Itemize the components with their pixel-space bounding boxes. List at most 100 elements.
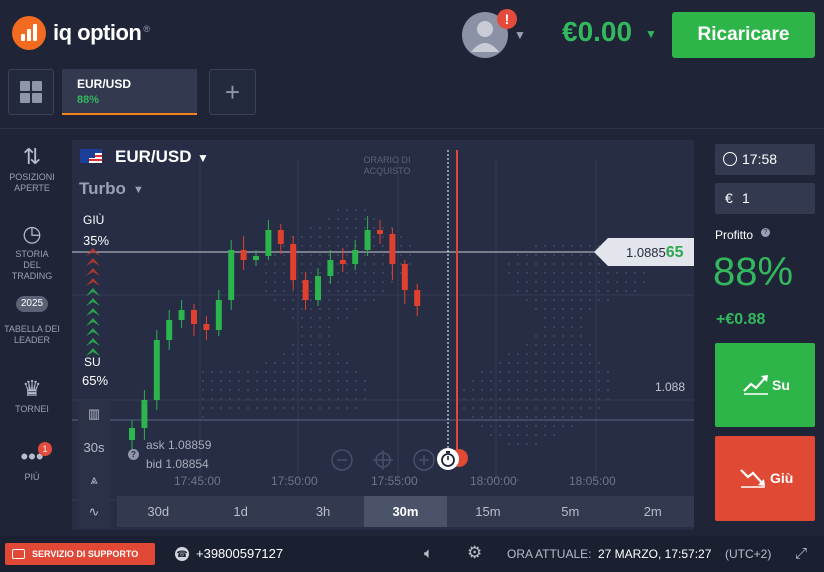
sentiment-chevron xyxy=(86,308,100,316)
sentiment-chevron xyxy=(86,318,100,326)
sidebar-item-more[interactable]: ••• 1 PIÙ xyxy=(0,442,64,483)
logo[interactable]: iq option ® xyxy=(12,16,150,50)
candle xyxy=(191,310,197,324)
add-tab-button[interactable]: + xyxy=(209,69,256,115)
profit-percentage: 88% xyxy=(713,250,794,294)
candle xyxy=(240,250,247,260)
sidebar-item-label: TABELLA DEI LEADER xyxy=(4,324,60,345)
phone-icon: ☎ xyxy=(175,547,189,561)
logo-mark-icon xyxy=(12,16,46,50)
candle xyxy=(339,260,346,264)
candle xyxy=(265,230,272,256)
sidebar-item-trading-history[interactable]: ◷ STORIA DEL TRADING xyxy=(0,219,64,282)
sentiment-down-pct: 35% xyxy=(83,233,110,248)
fullscreen-icon[interactable]: ⤢ xyxy=(795,545,807,562)
timeframe-2m[interactable]: 2m xyxy=(612,496,694,527)
sentiment-chevron xyxy=(86,278,100,286)
profit-label: Profitto xyxy=(715,228,754,242)
sidebar-item-tournaments[interactable]: ♛ TORNEI xyxy=(0,374,64,415)
ask-price: ask 1.08859 xyxy=(146,438,212,452)
current-price-tag: 1.088565 xyxy=(594,238,694,266)
recharge-button[interactable]: Ricaricare xyxy=(672,12,815,58)
timeframe-30m[interactable]: 30m xyxy=(364,496,447,527)
support-button[interactable]: SERVIZIO DI SUPPORTO xyxy=(5,543,155,565)
sentiment-down-label: GIÙ xyxy=(83,213,105,227)
asset-grid-button[interactable] xyxy=(8,69,54,115)
expiry-time-value: 17:58 xyxy=(742,151,778,167)
balance-chevron-down-icon[interactable]: ▼ xyxy=(645,27,657,41)
candle xyxy=(228,250,235,300)
more-badge: 1 xyxy=(38,442,52,456)
tab-payout: 88% xyxy=(77,94,100,106)
support-phone[interactable]: +39800597127 xyxy=(196,546,283,561)
candle xyxy=(364,230,371,250)
current-time-label: ORA ATTUALE: xyxy=(507,547,592,561)
trophy-icon: ♛ xyxy=(22,376,42,401)
currency-symbol: € xyxy=(725,190,733,206)
candle xyxy=(315,276,321,300)
chat-icon xyxy=(12,549,25,559)
mode-chevron-down-icon[interactable]: ▼ xyxy=(133,184,144,196)
timeframe-5m[interactable]: 5m xyxy=(529,496,611,527)
buy-up-button[interactable]: Su xyxy=(715,343,815,427)
eu-us-flag-icon xyxy=(80,149,102,163)
registered-mark: ® xyxy=(143,24,150,34)
sound-icon[interactable]: 🔈︎ xyxy=(424,545,433,562)
timeframe-3h[interactable]: 3h xyxy=(282,496,364,527)
asset-chevron-down-icon[interactable]: ▼ xyxy=(197,151,209,165)
candle xyxy=(389,234,396,264)
profit-amount: +€0.88 xyxy=(716,311,766,328)
current-price-tail: 65 xyxy=(665,244,684,261)
indicators-icon[interactable]: ∿ xyxy=(78,504,110,520)
expiry-timer-marker[interactable] xyxy=(436,446,470,472)
timeframe-30d[interactable]: 30d xyxy=(117,496,199,527)
timeframe-1d[interactable]: 1d xyxy=(199,496,281,527)
candle xyxy=(377,230,383,234)
clock-icon xyxy=(723,152,737,166)
candle xyxy=(203,324,210,330)
amount-input[interactable]: € 1 xyxy=(715,183,815,214)
candle xyxy=(178,310,185,320)
mode-selector[interactable]: Turbo xyxy=(79,179,126,199)
more-dots-icon: ••• xyxy=(20,444,44,469)
sentiment-chevron xyxy=(86,258,100,266)
chart-zoom-controls[interactable] xyxy=(330,448,440,472)
balance[interactable]: €0.00 xyxy=(562,16,632,48)
sidebar-item-label: STORIA DEL TRADING xyxy=(11,249,53,281)
avatar-alert-badge: ! xyxy=(497,9,517,29)
time-label: 18:00:00 xyxy=(470,474,517,488)
timezone: (UTC+2) xyxy=(725,547,772,561)
candle xyxy=(290,244,297,280)
sentiment-chevron xyxy=(86,338,100,346)
chevron-down-icon[interactable]: ▼ xyxy=(514,28,526,42)
drawing-tools-icon[interactable]: ⩓ xyxy=(78,472,110,488)
asset-selector[interactable]: EUR/USD xyxy=(115,147,192,167)
purchase-time-label: ORARIO DI ACQUISTO xyxy=(363,155,411,176)
tab-eur-usd[interactable]: EUR/USD 88% xyxy=(62,69,197,115)
candle xyxy=(253,256,259,260)
gear-icon[interactable]: ⚙ xyxy=(467,543,482,563)
candle xyxy=(352,250,359,264)
support-label: SERVIZIO DI SUPPORTO xyxy=(32,549,139,559)
sidebar-item-label: PIÙ xyxy=(24,472,40,482)
header-divider xyxy=(0,128,824,129)
chart-type-icon[interactable]: ▥ xyxy=(78,406,110,422)
timeframe-15m[interactable]: 15m xyxy=(447,496,529,527)
time-label: 17:55:00 xyxy=(371,474,418,488)
tab-symbol: EUR/USD xyxy=(77,77,132,91)
bid-price: bid 1.08854 xyxy=(146,457,209,471)
profit-help-icon[interactable]: ? xyxy=(761,228,770,237)
sell-down-button[interactable]: Giù xyxy=(715,436,815,521)
time-label: 17:45:00 xyxy=(174,474,221,488)
timeframe-selector: 30d 1d 3h 30m 15m 5m 2m xyxy=(117,496,694,527)
sidebar-item-leaderboard[interactable]: 2025 TABELLA DEI LEADER xyxy=(0,290,64,346)
candle xyxy=(302,280,309,300)
sidebar-item-open-positions[interactable]: ⇅ POSIZIONI APERTE xyxy=(0,142,64,194)
current-time-value: 27 MARZO, 17:57:27 xyxy=(598,547,712,561)
help-icon[interactable]: ? xyxy=(128,449,139,460)
candle-interval-button[interactable]: 30s xyxy=(78,440,110,455)
leaderboard-year-badge: 2025 xyxy=(16,296,48,312)
expiry-time-selector[interactable]: 17:58 xyxy=(715,144,815,175)
history-icon: ◷ xyxy=(22,221,42,246)
sentiment-up-label: SU xyxy=(84,355,101,369)
